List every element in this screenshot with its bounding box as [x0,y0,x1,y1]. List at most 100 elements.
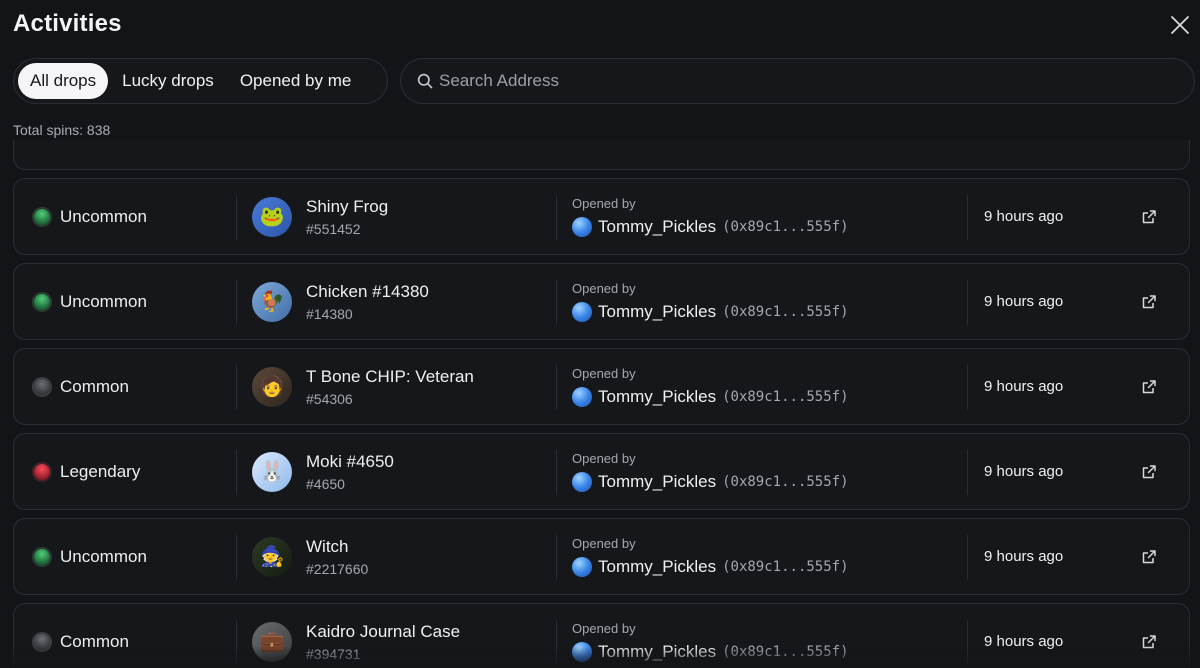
page-title: Activities [13,10,122,37]
item-name: Shiny Frog [306,196,389,216]
item-cell: 🐸 Shiny Frog #551452 [252,179,552,254]
total-spins: Total spins: 838 [13,122,111,138]
divider [967,280,968,325]
user-name[interactable]: Tommy_Pickles [598,472,716,492]
divider [236,365,237,410]
divider [556,195,557,240]
rarity-cell: Uncommon [32,179,232,254]
user-name[interactable]: Tommy_Pickles [598,557,716,577]
filter-tabs: All drops Lucky drops Opened by me [13,58,388,104]
divider [967,195,968,240]
rarity-dot-icon [32,206,52,227]
close-button[interactable] [1160,10,1200,40]
moki-icon: 🐰 [252,451,292,492]
opener-cell: Opened by Tommy_Pickles (0x89c1...555f) [572,349,972,424]
user-address: (0x89c1...555f) [722,219,849,235]
divider [236,535,237,580]
list-item[interactable]: Uncommon 🧙 Witch #2217660 Opened by Tomm… [13,518,1190,595]
item-id: #54306 [306,390,353,407]
rarity-label: Uncommon [60,291,147,311]
time-ago: 9 hours ago [984,463,1064,480]
opened-by-label: Opened by [572,196,636,211]
external-link-button[interactable] [1129,349,1169,424]
divider [556,535,557,580]
item-id: #2217660 [306,560,369,577]
item-name: T Bone CHIP: Veteran [306,366,474,386]
divider [967,450,968,495]
item-name: Chicken #14380 [306,281,429,301]
item-cell: 🧑 T Bone CHIP: Veteran #54306 [252,349,552,424]
bottom-fade [0,646,1200,668]
close-icon [1171,16,1189,34]
rarity-cell: Uncommon [32,519,232,594]
time-ago: 9 hours ago [984,548,1064,565]
rarity-label: Common [60,376,129,396]
divider [236,450,237,495]
external-link-button[interactable] [1129,264,1169,339]
opener-cell: Opened by Tommy_Pickles (0x89c1...555f) [572,519,972,594]
list-item[interactable]: Uncommon 🐓 Chicken #14380 #14380 Opened … [13,263,1190,340]
external-link-button[interactable] [1129,519,1169,594]
user-avatar-icon [572,302,592,322]
rarity-label: Legendary [60,461,141,481]
search-icon [417,73,433,89]
item-id: #14380 [306,305,353,322]
user-avatar-icon [572,472,592,492]
opened-by-label: Opened by [572,366,636,381]
rarity-cell: Common [32,349,232,424]
divider [556,365,557,410]
search-bar[interactable] [400,58,1195,104]
user-address: (0x89c1...555f) [722,474,849,490]
user-avatar-icon [572,557,592,577]
user-name[interactable]: Tommy_Pickles [598,387,716,407]
item-id: #4650 [306,475,345,492]
time-ago: 9 hours ago [984,293,1064,310]
user-address: (0x89c1...555f) [722,389,849,405]
item-name: Kaidro Journal Case [306,621,461,641]
opener-cell: Opened by Tommy_Pickles (0x89c1...555f) [572,264,972,339]
rarity-cell: Legendary [32,434,232,509]
rarity-dot-icon [32,461,52,482]
divider [236,195,237,240]
item-name: Witch [306,536,349,556]
rarity-dot-icon [32,546,52,567]
external-link-icon [1142,379,1156,393]
character-icon: 🧑 [252,366,292,407]
tab-all-drops[interactable]: All drops [18,63,109,99]
rarity-label: Uncommon [60,546,147,566]
time-ago: 9 hours ago [984,208,1064,225]
item-cell: 🐰 Moki #4650 #4650 [252,434,552,509]
user-name[interactable]: Tommy_Pickles [598,302,716,322]
user-avatar-icon [572,217,592,237]
external-link-icon [1142,549,1156,563]
divider [967,365,968,410]
opened-by-label: Opened by [572,281,636,296]
opener-cell: Opened by Tommy_Pickles (0x89c1...555f) [572,179,972,254]
list-item[interactable]: Legendary 🐰 Moki #4650 #4650 Opened by T… [13,433,1190,510]
search-input[interactable] [439,71,1139,91]
opener-cell: Opened by Tommy_Pickles (0x89c1...555f) [572,434,972,509]
user-address: (0x89c1...555f) [722,559,849,575]
external-link-button[interactable] [1129,179,1169,254]
item-name: Moki #4650 [306,451,394,471]
divider [967,535,968,580]
external-link-icon [1142,209,1156,223]
item-cell: 🐓 Chicken #14380 #14380 [252,264,552,339]
user-name[interactable]: Tommy_Pickles [598,217,716,237]
rarity-dot-icon [32,376,52,397]
divider [556,280,557,325]
header: Activities [13,10,1200,40]
item-id: #551452 [306,220,361,237]
activity-list: Uncommon 🐸 Shiny Frog #551452 Opened by … [13,140,1190,668]
list-item[interactable]: Common 🧑 T Bone CHIP: Veteran #54306 Ope… [13,348,1190,425]
user-address: (0x89c1...555f) [722,304,849,320]
rarity-dot-icon [32,291,52,312]
tab-lucky-drops[interactable]: Lucky drops [110,63,226,99]
frog-icon: 🐸 [252,196,292,237]
tab-opened-by-me[interactable]: Opened by me [228,63,364,99]
divider [236,280,237,325]
divider [556,450,557,495]
external-link-icon [1142,464,1156,478]
external-link-button[interactable] [1129,434,1169,509]
list-item[interactable]: Uncommon 🐸 Shiny Frog #551452 Opened by … [13,178,1190,255]
